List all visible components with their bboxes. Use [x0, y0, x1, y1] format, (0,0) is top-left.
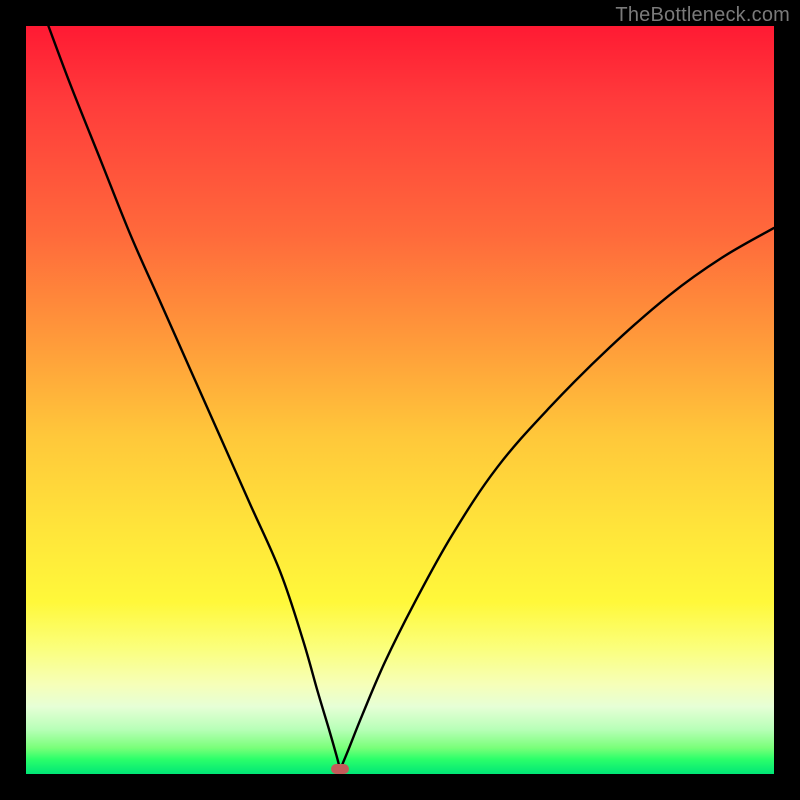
minimum-marker: [331, 764, 349, 774]
curve-right-branch: [340, 228, 774, 770]
curve-left-branch: [48, 26, 340, 770]
plot-area: [26, 26, 774, 774]
outer-frame: TheBottleneck.com: [0, 0, 800, 800]
bottleneck-curve: [26, 26, 774, 774]
attribution-text: TheBottleneck.com: [615, 4, 790, 27]
